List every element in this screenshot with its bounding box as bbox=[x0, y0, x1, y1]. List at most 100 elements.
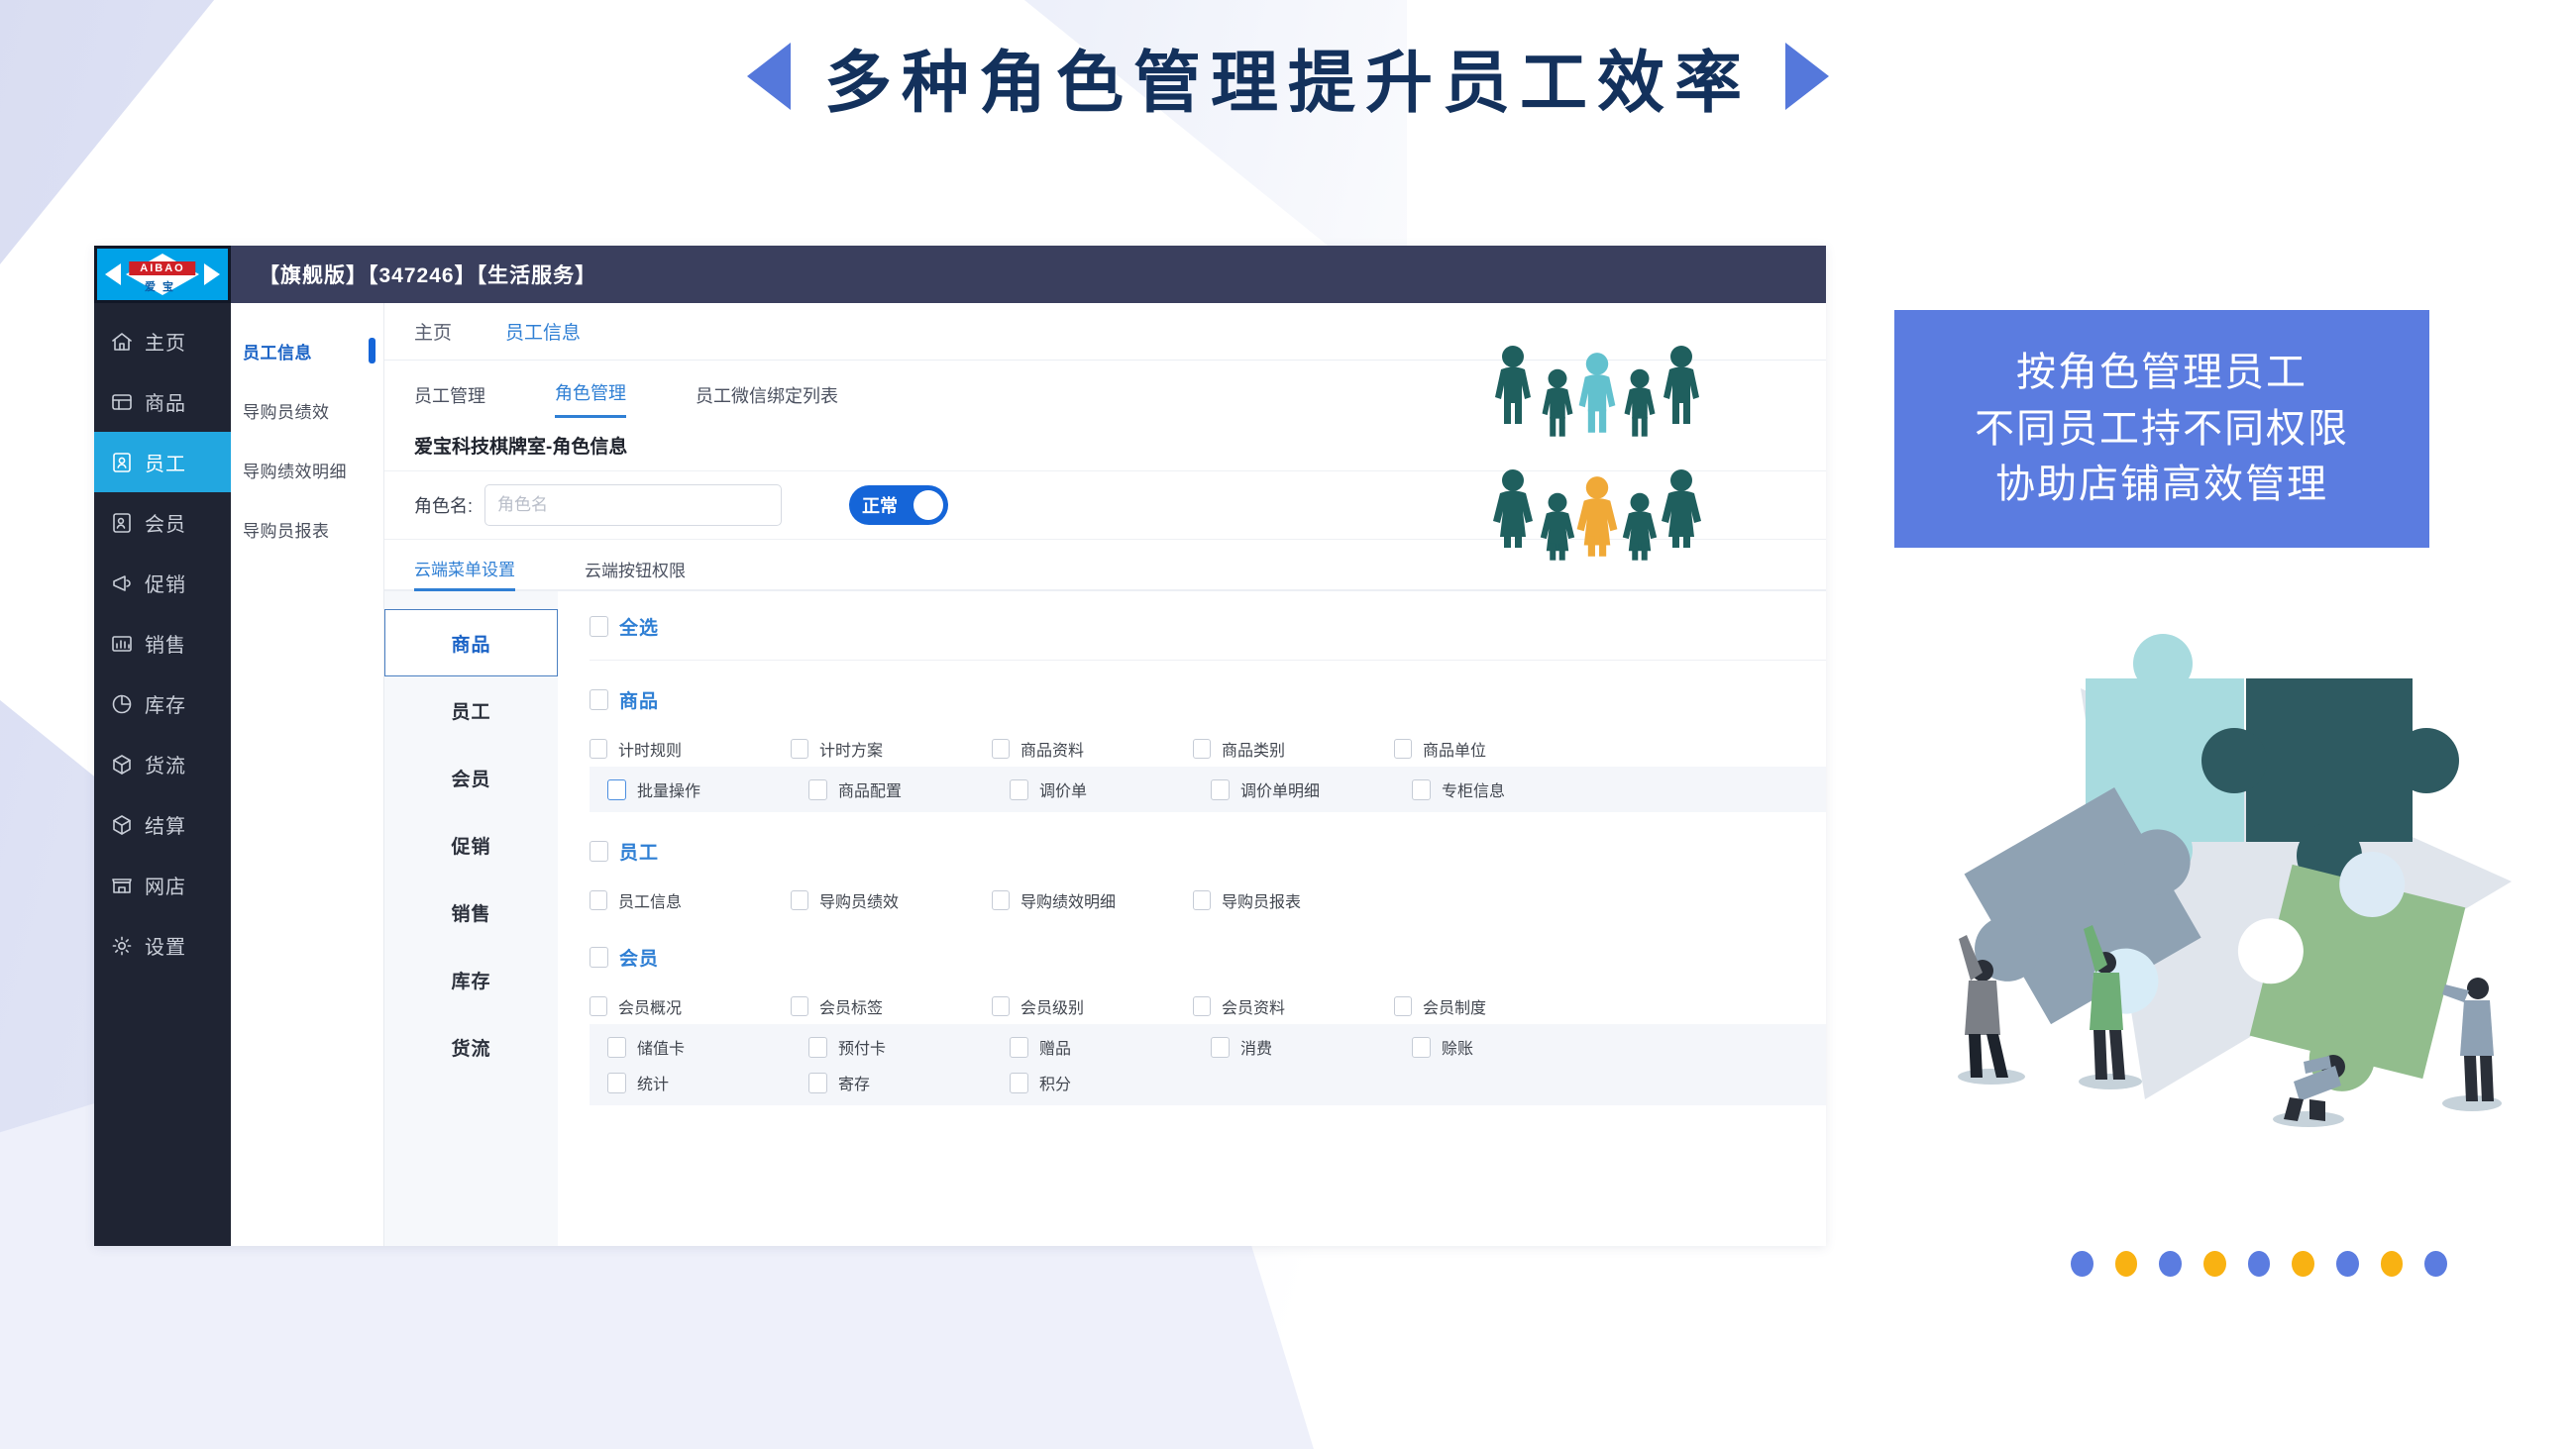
submenu-item-0[interactable]: 员工信息 bbox=[231, 321, 383, 380]
sidebar-item-3[interactable]: 会员 bbox=[94, 492, 231, 553]
checkbox-icon[interactable] bbox=[1193, 996, 1211, 1016]
sidebar-item-1[interactable]: 商品 bbox=[94, 371, 231, 432]
checkbox-icon[interactable] bbox=[791, 890, 808, 910]
permission-item[interactable]: 会员标签 bbox=[791, 994, 992, 1018]
permission-item[interactable]: 会员概况 bbox=[590, 994, 791, 1018]
sidebar-item-4[interactable]: 促销 bbox=[94, 553, 231, 613]
permission-item[interactable]: 商品单位 bbox=[1394, 737, 1595, 761]
permission-item[interactable]: 赊账 bbox=[1394, 1035, 1595, 1059]
sidebar-item-6[interactable]: 库存 bbox=[94, 673, 231, 734]
checkbox-icon[interactable] bbox=[1193, 890, 1211, 910]
checkbox-icon[interactable] bbox=[992, 996, 1010, 1016]
checkbox-icon[interactable] bbox=[1394, 996, 1412, 1016]
perm-tab-1[interactable]: 云端按钮权限 bbox=[585, 557, 686, 589]
checkbox-icon[interactable] bbox=[791, 739, 808, 759]
permission-item[interactable]: 商品资料 bbox=[992, 737, 1193, 761]
checkbox-icon[interactable] bbox=[1211, 778, 1230, 800]
permission-item[interactable]: 计时规则 bbox=[590, 737, 791, 761]
sidebar-item-9[interactable]: 网店 bbox=[94, 855, 231, 915]
checkbox-icon[interactable] bbox=[590, 616, 608, 637]
permission-item[interactable]: 导购绩效明细 bbox=[992, 888, 1193, 912]
permission-item[interactable]: 计时方案 bbox=[791, 737, 992, 761]
sub-tab-2[interactable]: 员工微信绑定列表 bbox=[696, 382, 838, 418]
permission-item[interactable]: 赠品 bbox=[992, 1035, 1193, 1059]
permission-item[interactable]: 商品类别 bbox=[1193, 737, 1394, 761]
permission-item[interactable]: 会员级别 bbox=[992, 994, 1193, 1018]
permission-group-header-1[interactable]: 员工 bbox=[590, 812, 1826, 882]
checkbox-icon[interactable] bbox=[1010, 1072, 1028, 1093]
sidebar-item-8[interactable]: 结算 bbox=[94, 794, 231, 855]
checkbox-icon[interactable] bbox=[791, 996, 808, 1016]
sidebar-item-0[interactable]: 主页 bbox=[94, 311, 231, 371]
top-tab-1[interactable]: 员工信息 bbox=[505, 318, 581, 345]
category-item-3[interactable]: 促销 bbox=[384, 811, 558, 879]
category-item-1[interactable]: 员工 bbox=[384, 676, 558, 744]
permission-item[interactable]: 储值卡 bbox=[590, 1035, 791, 1059]
sub-tab-1[interactable]: 角色管理 bbox=[555, 379, 626, 418]
checkbox-icon[interactable] bbox=[590, 890, 607, 910]
permission-item[interactable]: 调价单明细 bbox=[1193, 777, 1394, 801]
permission-category-list[interactable]: 商品 员工 会员 促销 销售 库存 货流 bbox=[384, 591, 558, 1246]
permission-item[interactable]: 调价单 bbox=[992, 777, 1193, 801]
checkbox-icon[interactable] bbox=[590, 739, 607, 759]
permission-item[interactable]: 会员资料 bbox=[1193, 994, 1394, 1018]
permission-item[interactable]: 积分 bbox=[992, 1071, 1193, 1094]
role-name-input[interactable] bbox=[484, 484, 783, 526]
checkbox-icon[interactable] bbox=[1412, 1036, 1431, 1058]
checkbox-icon[interactable] bbox=[590, 841, 608, 862]
permission-item[interactable]: 专柜信息 bbox=[1394, 777, 1595, 801]
checkbox-icon[interactable] bbox=[1193, 739, 1211, 759]
permission-item[interactable]: 导购员绩效 bbox=[791, 888, 992, 912]
permission-item[interactable]: 商品配置 bbox=[791, 777, 992, 801]
category-item-5[interactable]: 库存 bbox=[384, 946, 558, 1013]
checkbox-icon[interactable] bbox=[808, 778, 827, 800]
checkbox-icon[interactable] bbox=[1211, 1036, 1230, 1058]
select-all-row[interactable]: 全选 bbox=[590, 591, 1826, 661]
permission-group-toggle[interactable]: 员工 bbox=[590, 838, 791, 865]
permission-item[interactable]: 寄存 bbox=[791, 1071, 992, 1094]
checkbox-icon[interactable] bbox=[1010, 778, 1028, 800]
submenu-item-1[interactable]: 导购员绩效 bbox=[231, 380, 383, 440]
checkbox-icon[interactable] bbox=[808, 1036, 827, 1058]
permission-item[interactable]: 消费 bbox=[1193, 1035, 1394, 1059]
checkbox-icon[interactable] bbox=[590, 996, 607, 1016]
permission-item[interactable]: 预付卡 bbox=[791, 1035, 992, 1059]
top-tab-0[interactable]: 主页 bbox=[414, 318, 452, 345]
checkbox-icon[interactable] bbox=[607, 1072, 626, 1093]
status-toggle[interactable]: 正常 bbox=[849, 485, 949, 525]
sub-sidebar[interactable]: 员工信息 导购员绩效 导购绩效明细 导购员报表 bbox=[231, 303, 384, 1246]
checkbox-icon[interactable] bbox=[607, 778, 626, 800]
submenu-item-2[interactable]: 导购绩效明细 bbox=[231, 440, 383, 499]
permission-checkbox-panel[interactable]: 全选商品计时规则 计时方案 商品资料 商品类别 商品单位批量操作 商品配置 调价单 调价单明细… bbox=[558, 591, 1826, 1246]
checkbox-icon[interactable] bbox=[590, 689, 608, 710]
category-item-6[interactable]: 货流 bbox=[384, 1013, 558, 1081]
permission-item[interactable]: 统计 bbox=[590, 1071, 791, 1094]
select-all-item[interactable]: 全选 bbox=[590, 613, 791, 640]
main-sidebar[interactable]: 主页 商品 员工 会员 促销 销售 库存 货流 结算 网店 设置 bbox=[94, 303, 231, 1246]
sidebar-item-7[interactable]: 货流 bbox=[94, 734, 231, 794]
checkbox-icon[interactable] bbox=[992, 890, 1010, 910]
permission-group-header-2[interactable]: 会员 bbox=[590, 918, 1826, 988]
checkbox-icon[interactable] bbox=[607, 1036, 626, 1058]
checkbox-icon[interactable] bbox=[1412, 778, 1431, 800]
checkbox-icon[interactable] bbox=[808, 1072, 827, 1093]
category-item-2[interactable]: 会员 bbox=[384, 744, 558, 811]
permission-group-toggle[interactable]: 会员 bbox=[590, 944, 791, 971]
permission-item[interactable]: 员工信息 bbox=[590, 888, 791, 912]
sidebar-item-2[interactable]: 员工 bbox=[94, 432, 231, 492]
perm-tab-0[interactable]: 云端菜单设置 bbox=[414, 556, 515, 591]
checkbox-icon[interactable] bbox=[992, 739, 1010, 759]
permission-group-header-0[interactable]: 商品 bbox=[590, 661, 1826, 731]
permission-item[interactable]: 会员制度 bbox=[1394, 994, 1595, 1018]
checkbox-icon[interactable] bbox=[1394, 739, 1412, 759]
category-item-4[interactable]: 销售 bbox=[384, 879, 558, 946]
checkbox-icon[interactable] bbox=[1010, 1036, 1028, 1058]
sub-tab-0[interactable]: 员工管理 bbox=[414, 382, 485, 418]
sidebar-item-10[interactable]: 设置 bbox=[94, 915, 231, 976]
permission-item[interactable]: 批量操作 bbox=[590, 777, 791, 801]
sidebar-item-5[interactable]: 销售 bbox=[94, 613, 231, 673]
category-item-0[interactable]: 商品 bbox=[384, 609, 558, 676]
checkbox-icon[interactable] bbox=[590, 947, 608, 968]
submenu-item-3[interactable]: 导购员报表 bbox=[231, 499, 383, 559]
permission-group-toggle[interactable]: 商品 bbox=[590, 686, 791, 713]
